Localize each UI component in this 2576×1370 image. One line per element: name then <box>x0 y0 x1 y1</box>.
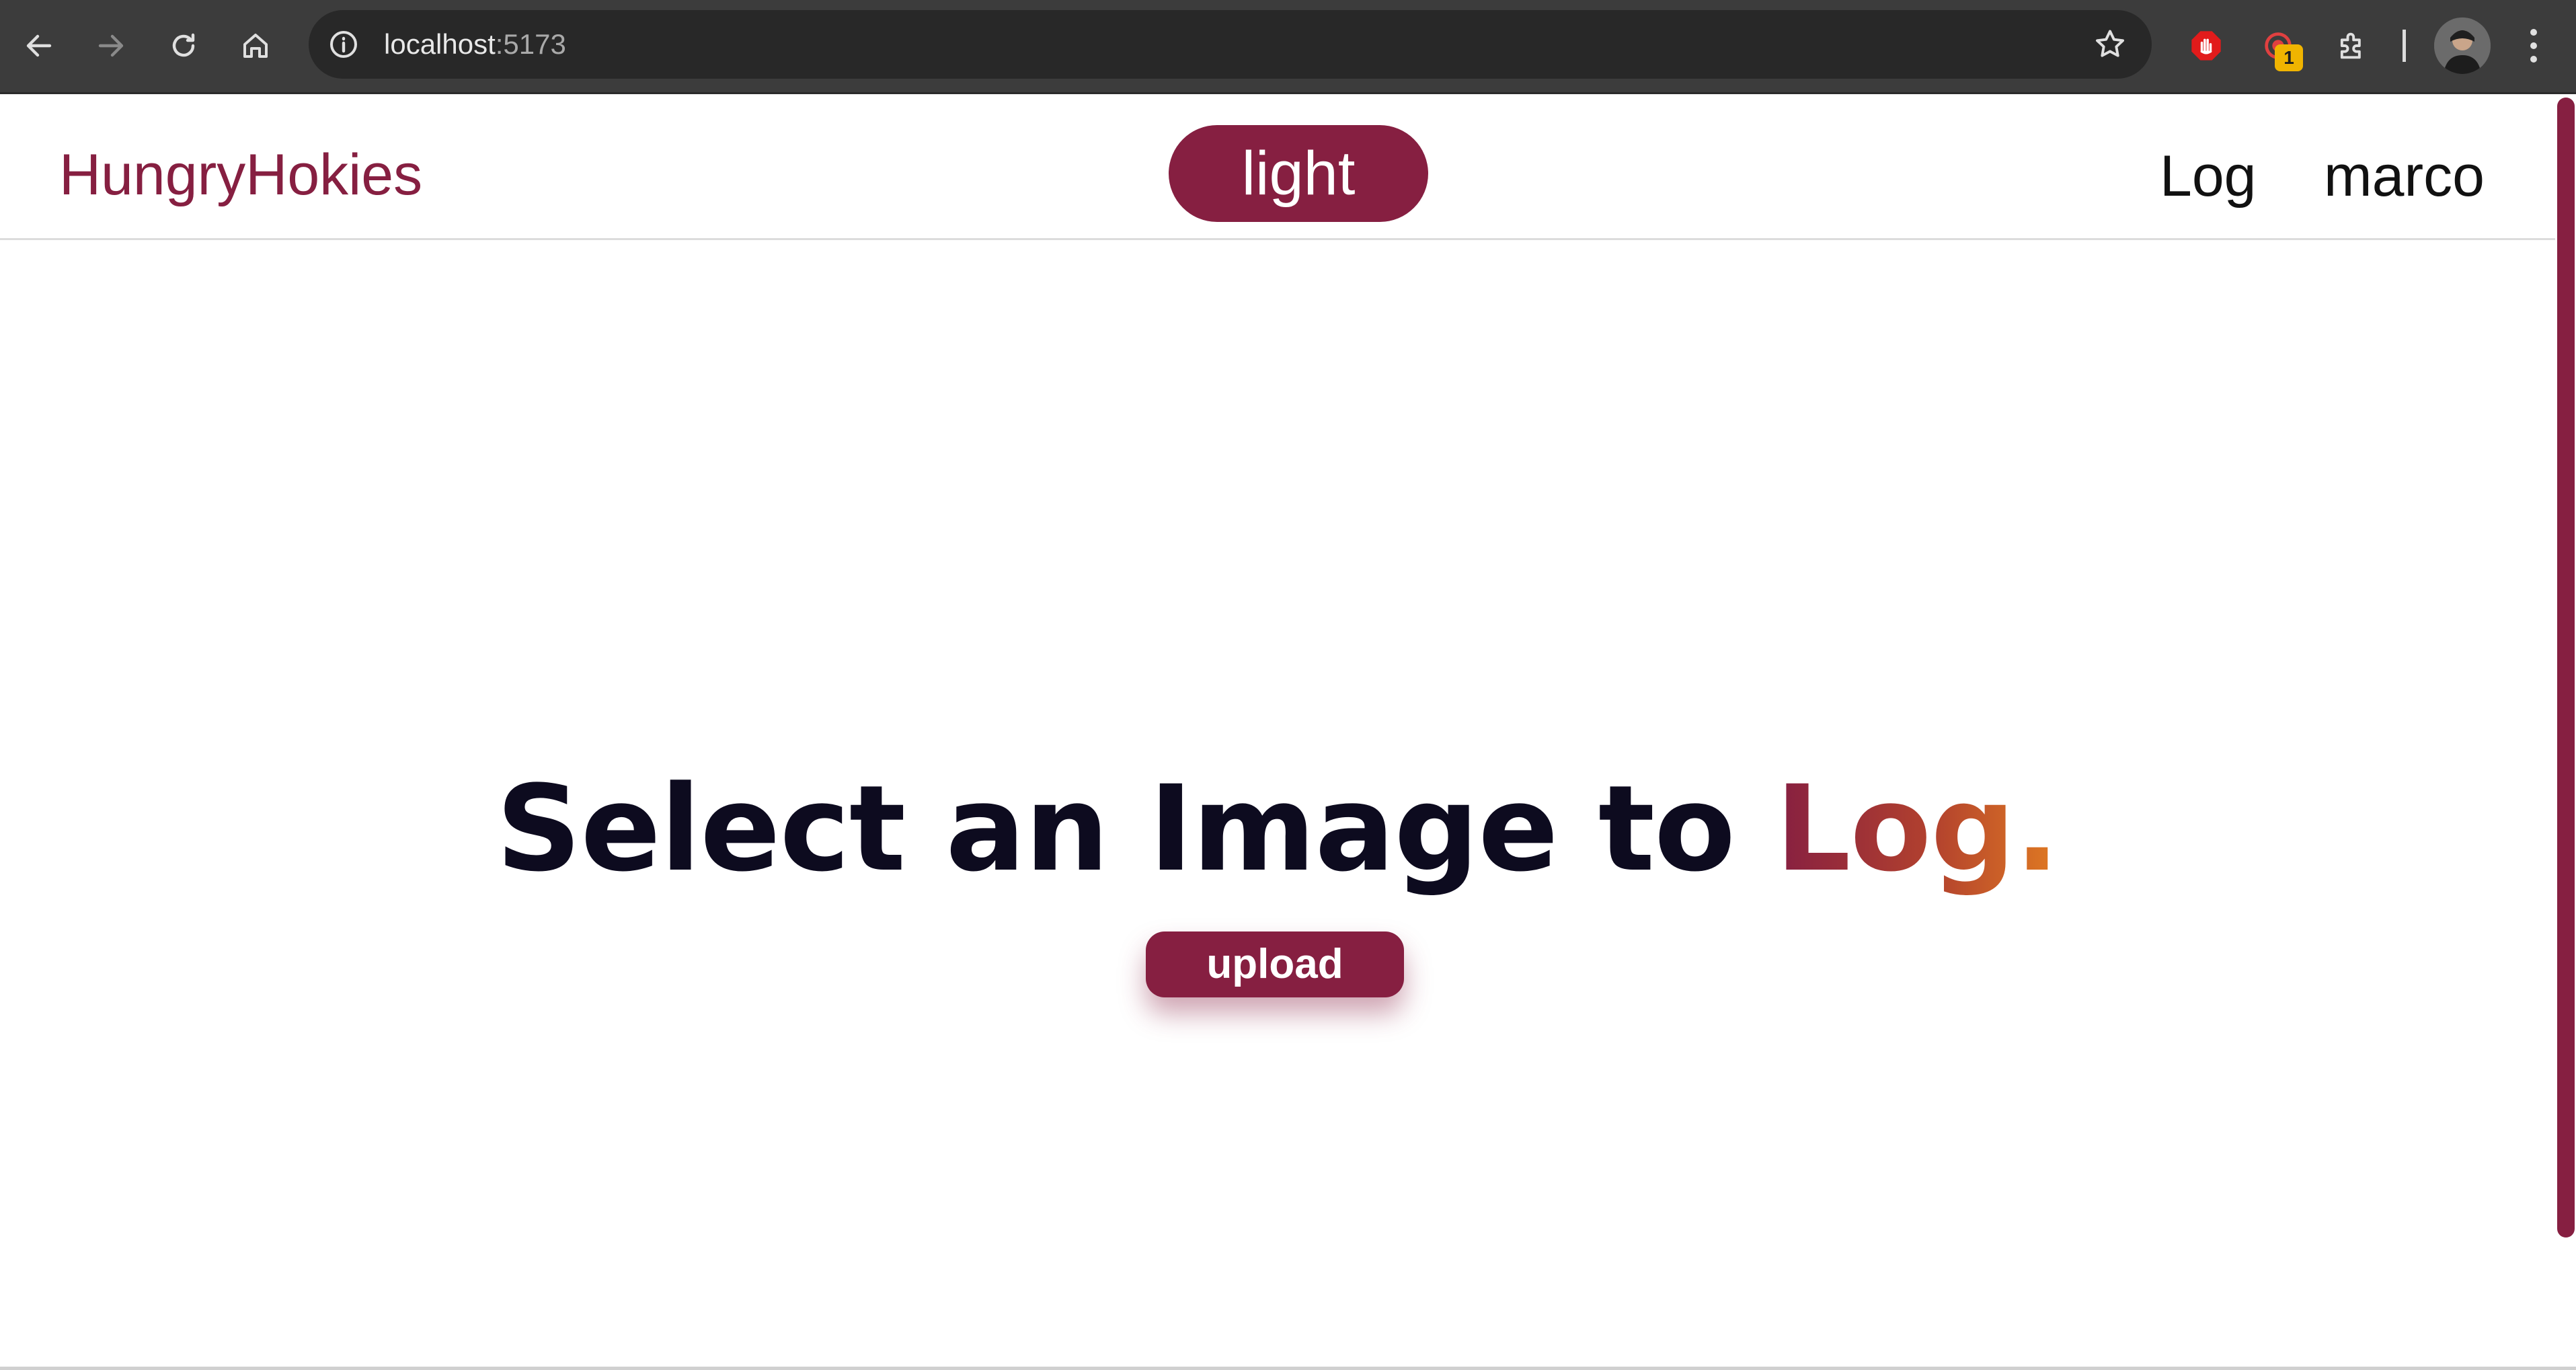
profile-avatar[interactable] <box>2434 17 2491 74</box>
hero-title-accent: Log. <box>1775 760 2060 898</box>
theme-toggle-button[interactable]: light <box>1169 125 1428 222</box>
site-header: HungryHokies light Log marco <box>0 94 2555 240</box>
reload-icon <box>172 33 195 57</box>
kebab-menu-icon[interactable] <box>2518 20 2550 71</box>
info-icon[interactable] <box>327 28 360 61</box>
nav-log-link[interactable]: Log <box>2160 143 2257 210</box>
address-bar[interactable]: localhost:5173 <box>309 10 2152 79</box>
star-icon[interactable] <box>2093 27 2128 62</box>
browser-toolbar: localhost:5173 1 <box>0 0 2576 94</box>
toolbar-separator <box>2403 30 2406 62</box>
hero-title: Select an Image to Log. <box>0 759 2555 900</box>
upload-button[interactable]: upload <box>1146 931 1404 997</box>
url-port: :5173 <box>495 28 566 60</box>
stop-hand-icon <box>2191 31 2221 61</box>
url-text[interactable]: localhost:5173 <box>384 25 566 64</box>
extensions-button[interactable] <box>2327 20 2378 71</box>
forward-arrow-icon <box>98 34 124 57</box>
window-bottom-edge <box>0 1367 2576 1370</box>
hero-title-main: Select an Image to <box>496 760 1776 898</box>
back-button[interactable] <box>13 20 65 71</box>
profile-avatar-image <box>2434 17 2491 74</box>
extension-badge: 1 <box>2275 44 2303 71</box>
home-button[interactable] <box>230 20 281 71</box>
home-icon <box>243 34 268 58</box>
back-arrow-icon <box>26 34 52 57</box>
scrollbar-thumb[interactable] <box>2557 98 2575 1238</box>
url-host: localhost <box>384 28 496 60</box>
forward-button[interactable] <box>85 20 136 71</box>
brand-logo-text[interactable]: HungryHokies <box>59 141 422 208</box>
puzzle-icon <box>2340 32 2361 59</box>
nav-user-link[interactable]: marco <box>2324 143 2485 210</box>
extension-adblock-button[interactable] <box>2181 20 2232 71</box>
reload-button[interactable] <box>158 20 209 71</box>
